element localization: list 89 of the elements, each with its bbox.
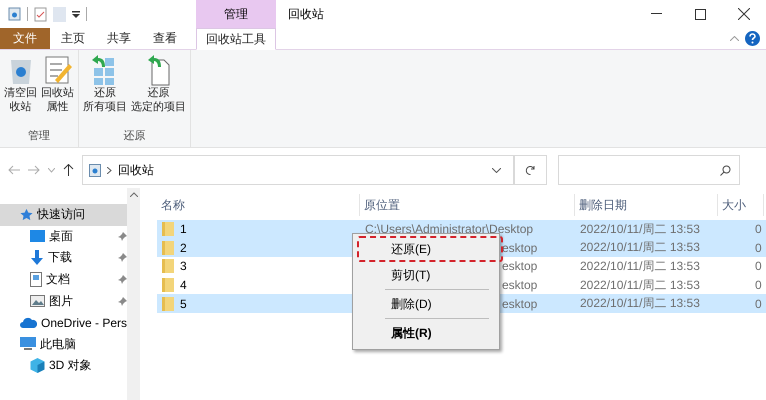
column-header[interactable]: 原位置 (360, 194, 575, 216)
deleted-date: 2022/10/11/周二 13:53 (580, 295, 700, 312)
deleted-date: 2022/10/11/周二 13:53 (580, 276, 700, 294)
file-size: 0 (755, 296, 762, 311)
group-label: 还原 (122, 129, 146, 144)
ribbon-button[interactable]: 回收站 属性 (40, 54, 75, 128)
refresh-icon (525, 164, 536, 176)
file-name[interactable]: 3 (180, 259, 187, 274)
star-icon (20, 208, 33, 222)
sidebar-item[interactable]: 此电脑 (0, 334, 128, 356)
menu-item[interactable]: 属性(R) (355, 320, 497, 346)
pin-icon[interactable] (118, 253, 128, 262)
dropdown-icon[interactable] (72, 10, 80, 18)
pin-icon[interactable] (118, 296, 128, 306)
back-arrow-icon (8, 165, 20, 175)
menu-item[interactable]: 剪切(T) (355, 262, 497, 288)
recycle-bin-icon[interactable] (8, 7, 21, 21)
picture-icon (30, 295, 45, 308)
cloud-icon (20, 317, 37, 328)
original-location: C:\Users\Administrator\Desktop (365, 222, 534, 236)
collapse-ribbon-icon[interactable] (730, 36, 739, 41)
file-name[interactable]: 4 (180, 278, 187, 292)
file-name[interactable]: 5 (180, 296, 187, 311)
recycle-bin-icon (89, 164, 101, 176)
sidebar-item[interactable]: 快速访问 (0, 204, 128, 226)
original-location: esktop (502, 296, 538, 311)
ribbon-button[interactable]: 还原 所有项目 (82, 54, 128, 128)
cube-icon (30, 358, 45, 374)
menu-item[interactable]: 还原(E) (357, 236, 503, 262)
menu-item[interactable]: 删除(D) (355, 291, 497, 317)
minimize-icon (650, 13, 662, 15)
deleted-date: 2022/10/11/周二 13:53 (580, 220, 700, 238)
context-tab-label: 管理 (196, 0, 276, 28)
chevron-down-icon (48, 168, 55, 172)
window-title: 回收站 (287, 6, 325, 22)
ribbon-tab[interactable]: 回收站工具 (196, 28, 276, 50)
up-arrow-icon (63, 164, 74, 176)
ribbon-tab[interactable]: 共享 (96, 28, 142, 49)
sidebar-item[interactable]: 图片 (0, 290, 128, 312)
pin-icon[interactable] (118, 232, 128, 241)
sidebar-item[interactable]: 文档 (0, 268, 128, 290)
scrollbar[interactable] (127, 188, 140, 400)
help-icon[interactable] (745, 31, 760, 46)
ribbon-tab[interactable]: 查看 (142, 28, 188, 49)
ribbon-tab[interactable]: 主页 (50, 28, 96, 49)
desktop-icon (30, 230, 45, 242)
file-name[interactable]: 2 (180, 240, 187, 255)
sidebar-item[interactable]: OneDrive - Pers (0, 312, 128, 334)
refresh-button[interactable] (515, 155, 547, 185)
up-button[interactable] (63, 164, 74, 176)
column-header[interactable]: 大小 (718, 194, 764, 216)
breadcrumb[interactable]: 回收站 (118, 162, 154, 178)
file-name[interactable]: 1 (180, 222, 187, 236)
pin-icon[interactable] (118, 275, 128, 284)
sidebar-item[interactable]: 3D 对象 (0, 355, 128, 377)
search-icon (720, 164, 731, 176)
sidebar-item[interactable]: 下载 (0, 247, 128, 269)
chevron-right-icon (107, 166, 112, 174)
original-location: esktop (502, 240, 538, 255)
original-location: esktop (502, 278, 538, 292)
deleted-date: 2022/10/11/周二 13:53 (580, 239, 700, 256)
file-size: 0 (755, 259, 762, 274)
file-size: 0 (755, 222, 762, 236)
deleted-date: 2022/10/11/周二 13:53 (580, 258, 700, 275)
forward-button[interactable] (28, 165, 40, 175)
ribbon-button[interactable]: 清空回 收站 (3, 54, 38, 128)
back-button[interactable] (8, 165, 20, 175)
ribbon-tab[interactable]: 文件 (0, 28, 50, 49)
chevron-down-icon (492, 168, 501, 172)
forward-arrow-icon (28, 165, 40, 175)
download-icon (30, 250, 44, 266)
checklist-icon[interactable] (34, 6, 47, 22)
sidebar-item[interactable]: 桌面 (0, 226, 128, 248)
computer-icon (20, 337, 36, 352)
ribbon-button[interactable]: 还原 选定的项目 (130, 54, 187, 128)
close-icon (738, 8, 750, 20)
document-icon (30, 272, 42, 288)
properties-icon (42, 54, 72, 86)
file-size: 0 (755, 240, 762, 255)
search-field[interactable] (558, 155, 740, 185)
file-size: 0 (755, 278, 762, 292)
scroll-up-icon (130, 192, 138, 197)
group-label: 管理 (27, 129, 51, 144)
column-header[interactable]: 删除日期 (575, 194, 718, 216)
address-bar[interactable]: 回收站 (82, 155, 515, 185)
recent-dropdown[interactable] (48, 168, 55, 172)
maximize-icon (694, 8, 706, 20)
column-header[interactable]: 名称 (157, 194, 360, 216)
original-location: esktop (502, 259, 538, 274)
